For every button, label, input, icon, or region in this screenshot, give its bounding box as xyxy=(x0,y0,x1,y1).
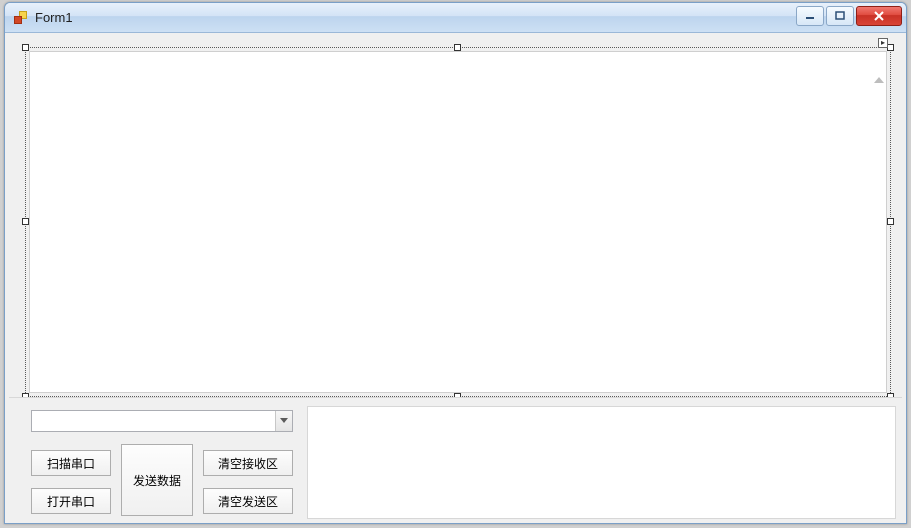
app-icon xyxy=(13,10,29,26)
resize-handle-w[interactable] xyxy=(22,218,29,225)
scan-port-label: 扫描串口 xyxy=(47,455,95,472)
open-port-button[interactable]: 打开串口 xyxy=(31,488,111,514)
minimize-button[interactable] xyxy=(796,6,824,26)
window-buttons xyxy=(796,6,902,26)
close-button[interactable] xyxy=(856,6,902,26)
designer-smarttag-icon[interactable]: ▸ xyxy=(878,38,888,48)
clear-receive-button[interactable]: 清空接收区 xyxy=(203,450,293,476)
window-frame: Form1 xyxy=(4,2,907,524)
resize-handle-n[interactable] xyxy=(454,44,461,51)
scrollbar-up-icon xyxy=(874,77,884,83)
titlebar[interactable]: Form1 xyxy=(5,3,906,33)
open-port-label: 打开串口 xyxy=(47,493,95,510)
bottom-panel: 扫描串口 打开串口 发送数据 清空接收区 清空发送区 xyxy=(9,397,902,523)
port-combobox[interactable] xyxy=(31,410,293,432)
clear-send-button[interactable]: 清空发送区 xyxy=(203,488,293,514)
minimize-icon xyxy=(805,11,815,21)
client-area: ▸ 扫描串口 打开串口 发送数据 清空接收区 清空发送区 xyxy=(5,33,906,523)
port-combobox-dropdown-button[interactable] xyxy=(275,411,292,431)
resize-handle-ne[interactable] xyxy=(887,44,894,51)
send-data-button[interactable]: 发送数据 xyxy=(121,444,193,516)
chevron-down-icon xyxy=(280,418,288,424)
clear-receive-label: 清空接收区 xyxy=(218,455,278,472)
send-data-label: 发送数据 xyxy=(133,472,181,489)
scan-port-button[interactable]: 扫描串口 xyxy=(31,450,111,476)
send-textbox-wrap xyxy=(307,406,896,519)
receive-textbox[interactable] xyxy=(29,51,887,393)
window-title: Form1 xyxy=(35,10,73,25)
port-combobox-input[interactable] xyxy=(32,411,275,431)
maximize-icon xyxy=(835,11,845,21)
close-icon xyxy=(873,11,885,21)
resize-handle-nw[interactable] xyxy=(22,44,29,51)
clear-send-label: 清空发送区 xyxy=(218,493,278,510)
receive-textbox-wrap: ▸ xyxy=(29,51,887,393)
send-textbox[interactable] xyxy=(307,406,896,519)
maximize-button[interactable] xyxy=(826,6,854,26)
resize-handle-e[interactable] xyxy=(887,218,894,225)
